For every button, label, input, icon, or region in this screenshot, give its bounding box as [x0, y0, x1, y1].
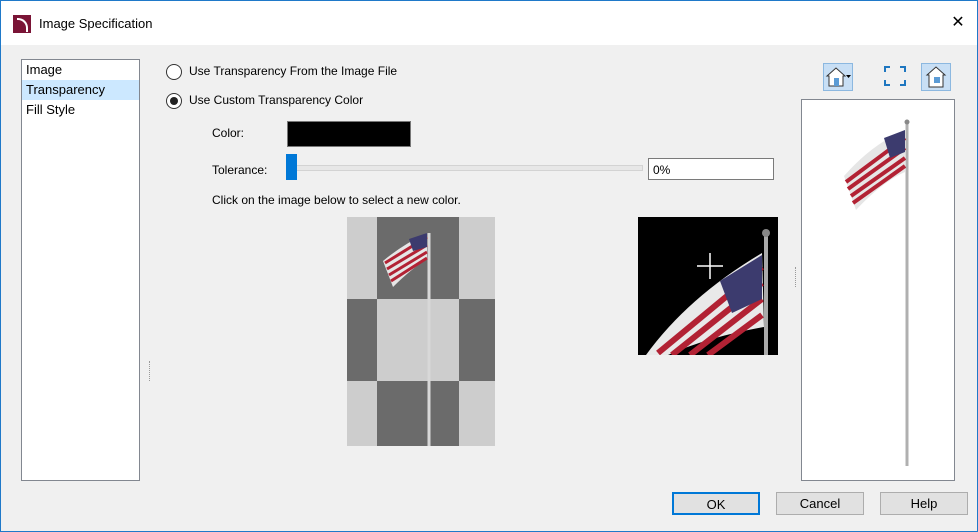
- tolerance-slider-track[interactable]: [287, 165, 643, 171]
- color-picker-preview[interactable]: [347, 217, 495, 446]
- tolerance-label: Tolerance:: [212, 163, 268, 177]
- window-title: Image Specification: [39, 16, 153, 31]
- fit-to-window-button[interactable]: [881, 63, 911, 91]
- help-button[interactable]: Help: [880, 492, 968, 515]
- close-icon[interactable]: ✕: [945, 11, 971, 35]
- nav-item-fill-style[interactable]: Fill Style: [22, 100, 139, 120]
- tolerance-input[interactable]: 0%: [648, 158, 774, 180]
- radio-transparency-file-label: Use Transparency From the Image File: [189, 64, 398, 78]
- house-view-icon: [825, 67, 851, 87]
- nav-item-transparency[interactable]: Transparency: [22, 80, 139, 100]
- color-label: Color:: [212, 126, 245, 140]
- splitter-handle[interactable]: [149, 361, 152, 381]
- cancel-button[interactable]: Cancel: [776, 492, 864, 515]
- title-bar: Image Specification ✕: [1, 1, 977, 45]
- nav-item-image[interactable]: Image: [22, 60, 139, 80]
- instruction-text: Click on the image below to select a new…: [212, 193, 461, 207]
- category-list: Image Transparency Fill Style: [21, 59, 140, 481]
- ok-button[interactable]: OK: [672, 492, 760, 515]
- tolerance-slider-thumb[interactable]: [286, 154, 297, 180]
- app-icon: [13, 15, 31, 33]
- image-specification-dialog: Image Specification ✕ Image Transparency…: [0, 0, 978, 532]
- house-view-dropdown-button[interactable]: [823, 63, 853, 91]
- radio-transparency-file[interactable]: [166, 64, 182, 80]
- side-preview-pane: [801, 99, 955, 481]
- view-toggle-icon: [925, 66, 947, 88]
- radio-custom-color-label: Use Custom Transparency Color: [189, 93, 364, 107]
- flag-preview-image: [844, 130, 907, 210]
- fit-to-window-icon: [884, 66, 906, 86]
- color-swatch-button[interactable]: [287, 121, 411, 147]
- radio-custom-color[interactable]: [166, 93, 182, 109]
- magnified-preview: [638, 217, 778, 355]
- view-toggle-button[interactable]: [921, 63, 951, 91]
- preview-splitter[interactable]: [795, 267, 796, 287]
